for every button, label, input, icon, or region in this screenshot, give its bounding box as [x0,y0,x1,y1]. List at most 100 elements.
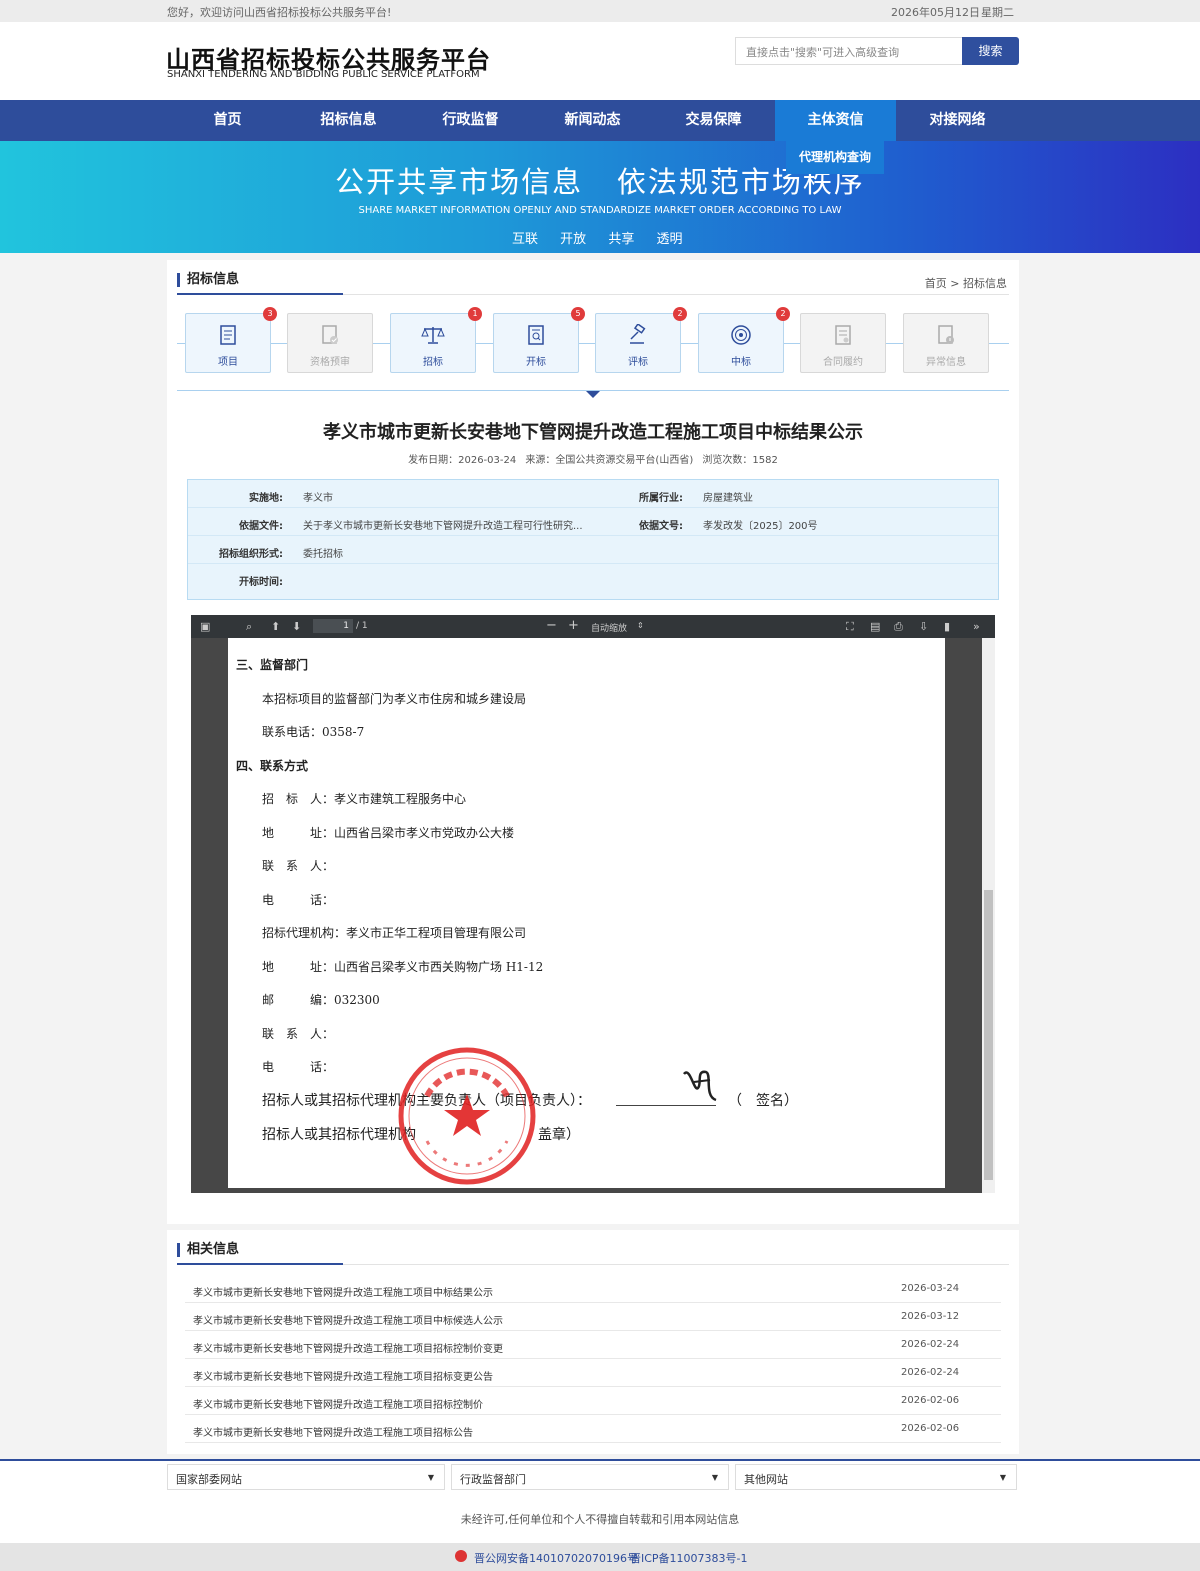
nav-item-bidding-info[interactable]: 招标信息 [288,100,409,141]
page-number-input[interactable]: 1 [313,619,353,633]
download-icon[interactable]: ⇩ [919,620,928,633]
search-button[interactable]: 搜索 [962,37,1019,65]
step-project[interactable]: 3 项目 [185,307,277,373]
search-input[interactable]: 直接点击"搜索"可进入高级查询 [735,37,963,65]
nav-item-news[interactable]: 新闻动态 [532,100,653,141]
caret-down-icon: ▼ [427,1473,434,1482]
pdf-line: 招标人或其招标代理机构 [262,1127,416,1143]
pdf-line: （ 签名） [728,1093,798,1109]
info-key: 开标时间: [239,577,283,588]
info-row: 招标组织形式: 委托招标 [188,536,998,564]
search-doc-icon [528,325,544,345]
info-value-link[interactable]: 关于孝义市城市更新长安巷地下管网提升改造工程可行性研究... [303,517,583,532]
bookmark-icon[interactable]: ▮ [944,620,950,633]
list-item[interactable]: 孝义市城市更新长安巷地下管网提升改造工程施工项目招标控制价 2026-02-06 [185,1387,1001,1415]
ministry-sites-select[interactable]: 国家部委网站 ▼ [167,1464,445,1490]
step-label: 资格预审 [310,357,350,368]
prev-page-icon[interactable]: ⬆ [271,620,280,633]
police-record-link[interactable]: 晋公网安备14010702070196号 [474,1550,638,1566]
step-evaluation[interactable]: 2 评标 [595,307,687,373]
step-label: 异常信息 [926,357,966,368]
step-label: 中标 [731,357,751,368]
info-key: 所属行业: [639,493,683,504]
list-item-title[interactable]: 孝义市城市更新长安巷地下管网提升改造工程施工项目招标控制价 [193,1396,483,1411]
handwritten-signature [683,1070,717,1102]
step-label: 合同履约 [823,357,863,368]
nav-item-supervision[interactable]: 行政监督 [410,100,531,141]
list-item[interactable]: 孝义市城市更新长安巷地下管网提升改造工程施工项目招标变更公告 2026-02-2… [185,1359,1001,1387]
chevron-updown-icon: ⇕ [637,621,644,630]
banner-tag: 互联 [512,232,539,247]
divider-accent [177,1263,343,1265]
zoom-select[interactable]: 自动缩放 [591,621,627,634]
official-seal-stamp [398,1047,536,1185]
document-meta: 发布日期：2026-03-24 来源：全国公共资源交易平台(山西省) 浏览次数：… [167,451,1019,466]
breadcrumb[interactable]: 首页 > 招标信息 [925,275,1007,291]
list-item-title[interactable]: 孝义市城市更新长安巷地下管网提升改造工程施工项目中标结果公示 [193,1284,493,1299]
zoom-out-icon[interactable]: − [546,618,557,633]
list-item[interactable]: 孝义市城市更新长安巷地下管网提升改造工程施工项目中标候选人公示 2026-03-… [185,1303,1001,1331]
fullscreen-icon[interactable]: ⛶ [846,620,854,634]
pdf-line: 联 系 人： [262,1027,335,1041]
step-award[interactable]: 2 中标 [698,307,790,373]
pdf-line: 电 话： [262,1060,335,1074]
search-icon[interactable]: ⌕ [246,620,252,634]
nav-item-credit[interactable]: 主体资信 [775,100,896,141]
site-footer: 国家部委网站 ▼ 行政监督部门 ▼ 其他网站 ▼ 未经许可,任何单位和个人不得擅自转载… [0,1461,1200,1543]
pdf-scrollbar-thumb[interactable] [984,890,993,1180]
list-item-title[interactable]: 孝义市城市更新长安巷地下管网提升改造工程施工项目招标变更公告 [193,1368,493,1383]
more-tools-icon[interactable]: » [973,620,980,633]
list-item-title[interactable]: 孝义市城市更新长安巷地下管网提升改造工程施工项目招标控制价变更 [193,1340,503,1355]
check-doc-icon [322,325,338,344]
print-icon[interactable]: ⎙ [894,620,903,634]
pdf-line: 三、监督部门 [236,658,309,672]
list-item-title[interactable]: 孝义市城市更新长安巷地下管网提升改造工程施工项目招标公告 [193,1424,473,1439]
banner-slogan: 公开共享市场信息 依法规范市场秩序 [335,165,865,199]
pdf-scrollbar[interactable] [982,638,995,1193]
info-value: 委托招标 [303,549,343,560]
list-item-title[interactable]: 孝义市城市更新长安巷地下管网提升改造工程施工项目中标候选人公示 [193,1312,503,1327]
nav-item-home[interactable]: 首页 [167,100,288,141]
list-item[interactable]: 孝义市城市更新长安巷地下管网提升改造工程施工项目中标结果公示 2026-03-2… [185,1275,1001,1303]
target-icon [731,325,751,345]
pdf-line: 盖章） [538,1127,580,1143]
list-item-date: 2026-03-12 [901,1311,960,1322]
list-item-date: 2026-02-24 [901,1367,960,1378]
view-count: 浏览次数：1582 [702,455,778,466]
other-sites-select[interactable]: 其他网站 ▼ [735,1464,1017,1490]
caret-down-icon: ▼ [999,1473,1006,1482]
banner: 公开共享市场信息 依法规范市场秩序 SHARE MARKET INFORMATI… [0,141,1200,253]
step-badge: 2 [776,307,790,321]
nav-item-trade-guarantee[interactable]: 交易保障 [653,100,774,141]
pdf-line: 联 系 人： [262,859,335,873]
icp-record-link[interactable]: 晋ICP备11007383号-1 [630,1550,748,1566]
document-icon [220,325,236,345]
divider-arrow [586,391,600,398]
supervision-depts-select[interactable]: 行政监督部门 ▼ [451,1464,729,1490]
info-row: 实施地: 孝义市 所属行业: 房屋建筑业 [188,480,998,508]
divider-accent [177,293,343,295]
nav-dropdown-agency-query[interactable]: 代理机构查询 [786,141,884,174]
publish-date: 发布日期：2026-03-24 [408,455,517,466]
section-title: 招标信息 [177,273,239,287]
select-value: 行政监督部门 [460,1473,526,1486]
site-header: 山西省招标投标公共服务平台 SHANXI TENDERING AND BIDDI… [0,22,1200,100]
zoom-in-icon[interactable]: + [568,618,579,633]
next-page-icon[interactable]: ⬇ [292,620,301,633]
pdf-line: 电 话： [262,893,335,907]
caret-down-icon: ▼ [711,1473,718,1482]
open-file-icon[interactable]: ▤ [870,620,880,633]
date-text: 2026年05月12日 [891,6,980,19]
list-item[interactable]: 孝义市城市更新长安巷地下管网提升改造工程施工项目招标公告 2026-02-06 [185,1415,1001,1443]
document-title: 孝义市城市更新长安巷地下管网提升改造工程施工项目中标结果公示 [323,422,863,443]
nav-item-network[interactable]: 对接网络 [897,100,1018,141]
step-tender[interactable]: 1 招标 [390,307,482,373]
list-item[interactable]: 孝义市城市更新长安巷地下管网提升改造工程施工项目招标控制价变更 2026-02-… [185,1331,1001,1359]
step-bid-opening[interactable]: 5 开标 [493,307,585,373]
sidebar-toggle-icon[interactable]: ▣ [200,620,210,633]
page-total: / 1 [356,621,368,631]
info-key: 依据文号: [639,521,683,532]
bottom-bar: 晋公网安备14010702070196号 晋ICP备11007383号-1 [0,1543,1200,1571]
step-badge: 5 [571,307,585,321]
pdf-line: 联系电话：0358-7 [262,725,365,739]
